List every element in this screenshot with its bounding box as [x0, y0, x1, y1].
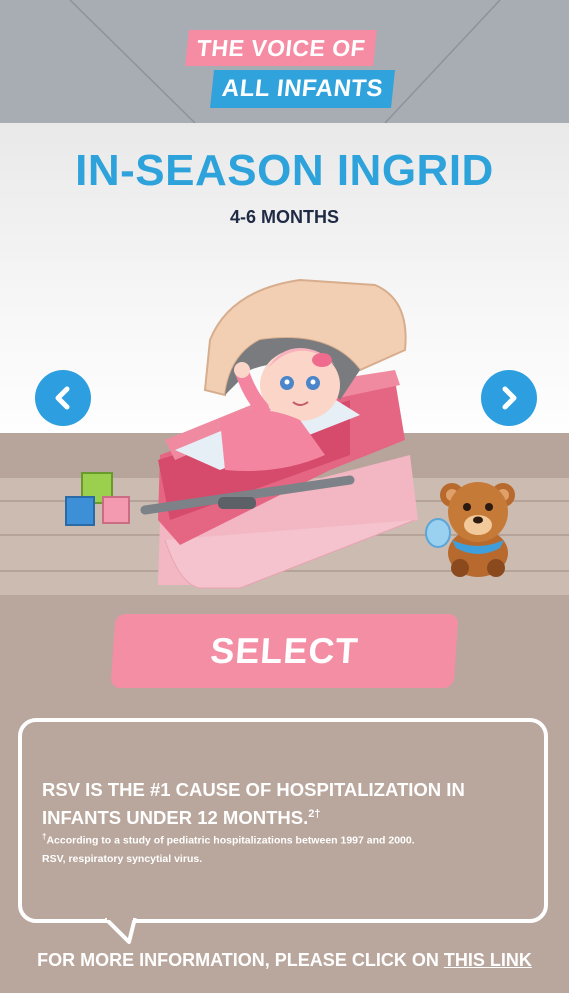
select-button[interactable]: SELECT — [110, 614, 459, 688]
more-info-line: FOR MORE INFORMATION, PLEASE CLICK ON TH… — [0, 950, 569, 971]
toy-blocks-icon — [65, 472, 130, 526]
footnote-study-text: According to a study of pediatric hospit… — [46, 834, 415, 847]
rsv-statement: RSV IS THE #1 CAUSE OF HOSPITALIZATION I… — [42, 778, 537, 830]
chevron-left-icon — [55, 386, 70, 410]
teddy-bear-icon — [425, 482, 515, 577]
rsv-statement-text: RSV IS THE #1 CAUSE OF HOSPITALIZATION I… — [42, 779, 465, 829]
footnote-rsv-definition: RSV, respiratory syncytial virus. — [42, 853, 203, 865]
speech-bubble-tail — [105, 918, 137, 944]
more-info-text: FOR MORE INFORMATION, PLEASE CLICK ON — [37, 950, 444, 970]
previous-character-button[interactable] — [35, 370, 91, 426]
footnote-study: †According to a study of pediatric hospi… — [42, 832, 415, 847]
nursery-illustration — [65, 278, 515, 589]
more-info-link[interactable]: THIS LINK — [444, 950, 532, 970]
next-character-button[interactable] — [481, 370, 537, 426]
chevron-right-icon — [502, 386, 517, 410]
rsv-statement-reference: 2† — [308, 808, 321, 820]
baby-icon — [220, 348, 340, 471]
